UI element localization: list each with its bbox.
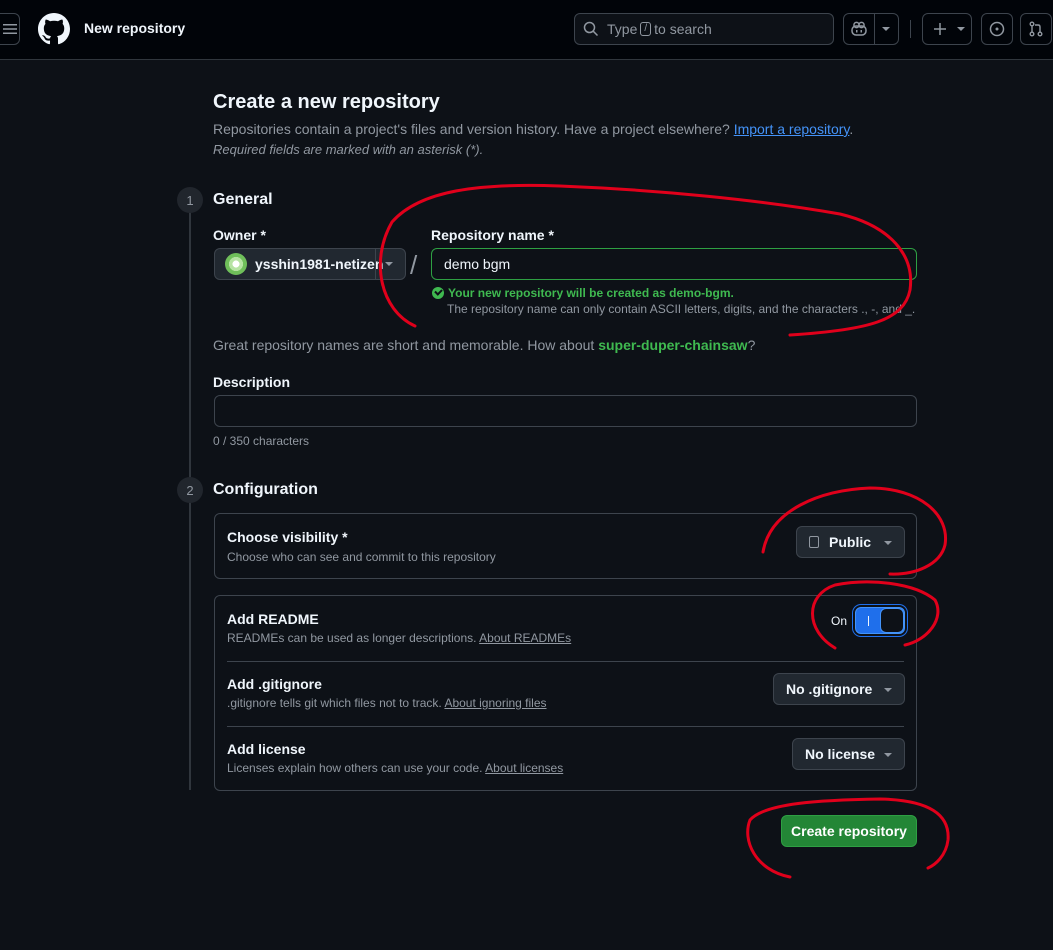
row-divider (227, 661, 904, 662)
repository-name-label: Repository name * (431, 227, 554, 243)
caret-down-icon (957, 27, 965, 31)
create-repository-button[interactable]: Create repository (781, 815, 917, 847)
name-suggestion: Great repository names are short and mem… (213, 337, 755, 353)
visibility-description: Choose who can see and commit to this re… (227, 550, 496, 564)
github-logo-icon[interactable] (38, 13, 70, 45)
owner-name: ysshin1981-netizen (255, 256, 384, 272)
search-placeholder-post: to search (654, 21, 712, 37)
copilot-divider (874, 14, 875, 44)
readme-description-text: READMEs can be used as longer descriptio… (227, 631, 477, 645)
caret-down-icon[interactable] (882, 27, 890, 31)
page-subtitle-end: . (849, 121, 854, 137)
check-circle-icon (432, 287, 444, 299)
toggle-on-indicator (868, 616, 869, 626)
repo-icon (809, 536, 819, 548)
license-title: Add license (227, 741, 306, 757)
caret-down-icon (385, 262, 393, 266)
section-title-general: General (213, 191, 273, 208)
required-fields-note: Required fields are marked with an aster… (213, 142, 484, 157)
repository-options-panel: Add README READMEs can be used as longer… (214, 595, 917, 791)
repository-name-input[interactable] (431, 248, 917, 280)
description-char-count: 0 / 350 characters (213, 434, 310, 448)
page-subtitle: Repositories contain a project's files a… (213, 121, 853, 137)
page-title: Create a new repository (213, 91, 440, 113)
global-header: New repository Type / to search (0, 0, 1053, 60)
import-repository-link[interactable]: Import a repository (734, 121, 850, 137)
readme-title: Add README (227, 611, 319, 627)
header-divider (910, 20, 911, 38)
issues-button[interactable] (981, 13, 1013, 45)
repository-name-hint: The repository name can only contain ASC… (447, 302, 916, 316)
annotation-overlay (378, 183, 950, 879)
caret-down-icon (884, 688, 892, 692)
step-number-general: 1 (177, 187, 203, 213)
create-new-button[interactable] (922, 13, 972, 45)
header-title: New repository (84, 20, 186, 36)
search-input[interactable]: Type / to search (574, 13, 834, 45)
owner-select[interactable]: ysshin1981-netizen (214, 248, 406, 280)
name-suggestion-text: Great repository names are short and mem… (213, 337, 595, 353)
suggested-name-link[interactable]: super-duper-chainsaw (598, 337, 747, 353)
plus-icon (934, 23, 946, 35)
pull-request-icon (1029, 21, 1043, 37)
avatar (225, 253, 247, 275)
caret-down-icon (884, 753, 892, 757)
about-ignoring-files-link[interactable]: About ignoring files (444, 696, 546, 710)
search-shortcut-key: / (640, 22, 652, 36)
license-value: No license (805, 746, 876, 762)
description-input[interactable] (214, 395, 917, 427)
readme-toggle[interactable] (855, 607, 905, 634)
owner-label: Owner * (213, 227, 266, 243)
visibility-value: Public (829, 534, 872, 550)
gitignore-title: Add .gitignore (227, 676, 322, 692)
hamburger-icon (3, 24, 17, 34)
repository-name-valid-message: Your new repository will be created as d… (432, 286, 734, 300)
issues-icon (989, 21, 1005, 37)
visibility-panel: Choose visibility * Choose who can see a… (214, 513, 917, 579)
about-licenses-link[interactable]: About licenses (485, 761, 563, 775)
toggle-knob (880, 608, 904, 633)
copilot-icon (851, 21, 867, 36)
search-icon (583, 21, 599, 37)
section-title-configuration: Configuration (213, 481, 318, 498)
search-placeholder-pre: Type (607, 21, 638, 37)
visibility-dropdown[interactable]: Public (796, 526, 905, 558)
repository-name-valid-text: Your new repository will be created as d… (448, 286, 734, 300)
owner-repo-separator: / (410, 250, 418, 280)
pull-requests-button[interactable] (1020, 13, 1052, 45)
caret-down-icon (884, 541, 892, 545)
license-description-text: Licenses explain how others can use your… (227, 761, 483, 775)
gitignore-description: .gitignore tells git which files not to … (227, 696, 547, 710)
description-label: Description (213, 374, 291, 390)
name-suggestion-end: ? (747, 337, 756, 353)
row-divider (227, 726, 904, 727)
license-dropdown[interactable]: No license (792, 738, 905, 770)
step-number-configuration: 2 (177, 477, 203, 503)
menu-button[interactable] (0, 13, 20, 45)
owner-select-divider (375, 249, 376, 279)
page-subtitle-text: Repositories contain a project's files a… (213, 121, 730, 137)
gitignore-dropdown[interactable]: No .gitignore (773, 673, 905, 705)
gitignore-description-text: .gitignore tells git which files not to … (227, 696, 442, 710)
license-description: Licenses explain how others can use your… (227, 761, 563, 775)
gitignore-value: No .gitignore (786, 681, 873, 697)
readme-description: READMEs can be used as longer descriptio… (227, 631, 571, 645)
copilot-button[interactable] (843, 13, 899, 45)
visibility-title: Choose visibility * (227, 529, 348, 545)
readme-toggle-label: On (831, 614, 848, 628)
about-readmes-link[interactable]: About READMEs (479, 631, 571, 645)
